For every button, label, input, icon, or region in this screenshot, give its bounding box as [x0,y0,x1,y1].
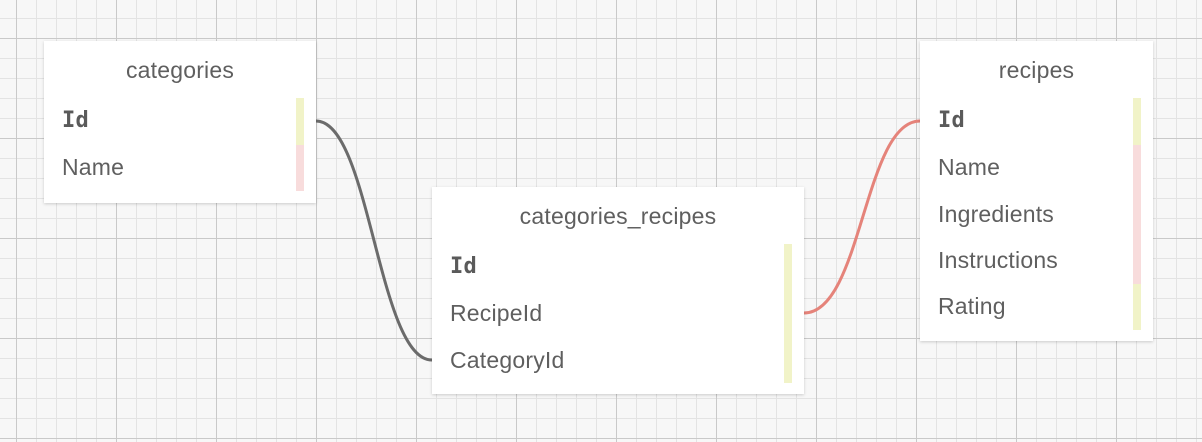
field-instructions[interactable]: Instructions [938,237,1153,283]
field-ingredients[interactable]: Ingredients [938,191,1153,237]
table-categories-recipes[interactable]: categories_recipes Id RecipeId CategoryI… [432,187,804,394]
table-recipes[interactable]: recipes Id Name Ingredients Instructions… [920,41,1153,341]
field-id[interactable]: Id [450,244,804,290]
table-title: categories [125,57,235,83]
field-recipeid[interactable]: RecipeId [450,290,804,336]
field-id[interactable]: Id [62,98,316,144]
field-name[interactable]: Name [62,144,316,190]
relationship-line-categories-to-categories-recipes[interactable] [315,119,433,362]
field-rating[interactable]: Rating [938,283,1153,329]
diagram-canvas[interactable]: categories Id Name categories_recipes Id… [0,0,1202,442]
table-categories[interactable]: categories Id Name [44,41,316,203]
field-id[interactable]: Id [938,98,1153,144]
table-title: recipes [998,57,1075,83]
field-name[interactable]: Name [938,144,1153,190]
table-title: categories_recipes [519,203,717,229]
relationship-line-categories-recipes-to-recipes[interactable] [803,119,921,315]
field-categoryid[interactable]: CategoryId [450,337,804,383]
